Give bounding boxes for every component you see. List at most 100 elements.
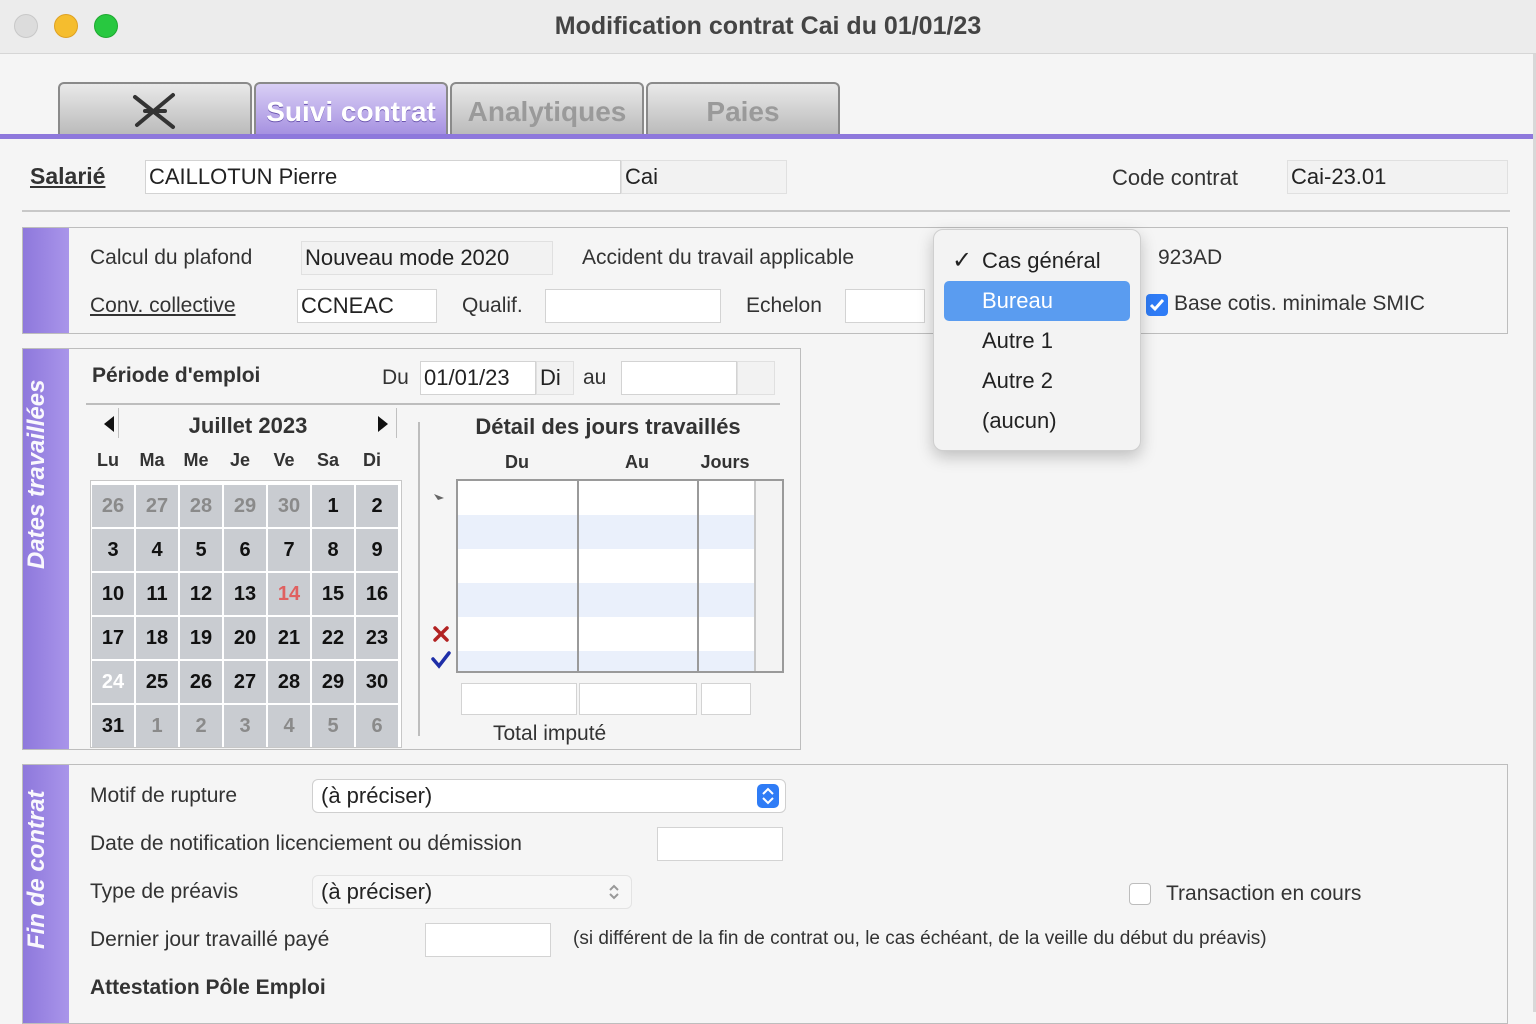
calendar-day[interactable]: 30 bbox=[356, 661, 398, 703]
calendar-day[interactable]: 2 bbox=[180, 705, 222, 747]
calendar-day[interactable]: 7 bbox=[268, 529, 310, 571]
transaction-checkbox[interactable] bbox=[1129, 883, 1151, 905]
code-contrat-label: Code contrat bbox=[1112, 165, 1238, 190]
calendar-day[interactable]: 22 bbox=[312, 617, 354, 659]
tab-label: Paies bbox=[706, 96, 780, 127]
du-date-field[interactable]: 01/01/23 bbox=[420, 361, 536, 395]
au-label: au bbox=[583, 366, 607, 389]
detail-col-au: Au bbox=[625, 452, 649, 472]
calendar-day[interactable]: 3 bbox=[92, 529, 134, 571]
calendar-day[interactable]: 13 bbox=[224, 573, 266, 615]
calendar-day[interactable]: 17 bbox=[92, 617, 134, 659]
prev-month-arrow-icon[interactable] bbox=[100, 414, 118, 434]
calendar-day[interactable]: 30 bbox=[268, 485, 310, 527]
calendar-day[interactable]: 1 bbox=[312, 485, 354, 527]
calendar-day[interactable]: 8 bbox=[312, 529, 354, 571]
tab-tools[interactable] bbox=[58, 82, 252, 136]
menu-item-label: Autre 2 bbox=[982, 368, 1053, 393]
group-side-bar bbox=[23, 228, 69, 333]
echelon-label: Echelon bbox=[746, 294, 822, 317]
echelon-field[interactable] bbox=[845, 289, 925, 323]
calendar-day[interactable]: 27 bbox=[136, 485, 178, 527]
type-preavis-select[interactable]: (à préciser) bbox=[312, 875, 632, 909]
tab-analytiques[interactable]: Analytiques bbox=[450, 82, 644, 136]
menu-item-bureau[interactable]: Bureau bbox=[944, 281, 1130, 321]
calendar-day[interactable]: 10 bbox=[92, 573, 134, 615]
transaction-label: Transaction en cours bbox=[1166, 882, 1362, 905]
calendar-day[interactable]: 6 bbox=[356, 705, 398, 747]
calendar-day[interactable]: 5 bbox=[312, 705, 354, 747]
type-preavis-label: Type de préavis bbox=[90, 880, 239, 903]
detail-scrollbar[interactable] bbox=[756, 481, 782, 671]
calendar-day[interactable]: 20 bbox=[224, 617, 266, 659]
fin-section-label: Fin de contrat bbox=[23, 790, 50, 950]
motif-rupture-value: (à préciser) bbox=[321, 783, 433, 808]
calendar-day[interactable]: 29 bbox=[312, 661, 354, 703]
menu-item-autre-2[interactable]: Autre 2 bbox=[944, 361, 1130, 401]
type-preavis-value: (à préciser) bbox=[321, 879, 433, 904]
title-bar: Modification contrat Cai du 01/01/23 bbox=[0, 0, 1536, 54]
menu-item-autre-1[interactable]: Autre 1 bbox=[944, 321, 1130, 361]
next-month-arrow-icon[interactable] bbox=[374, 414, 392, 434]
calendar-day[interactable]: 19 bbox=[180, 617, 222, 659]
total-au-field bbox=[579, 683, 697, 715]
motif-rupture-label: Motif de rupture bbox=[90, 784, 238, 807]
tab-paies[interactable]: Paies bbox=[646, 82, 840, 136]
calendar-day[interactable]: 3 bbox=[224, 705, 266, 747]
calendar-day[interactable]: 6 bbox=[224, 529, 266, 571]
delete-row-icon[interactable] bbox=[431, 624, 451, 644]
detail-table[interactable] bbox=[456, 479, 784, 673]
weekday-label: Ve bbox=[273, 450, 295, 470]
conv-collective-field[interactable]: CCNEAC bbox=[297, 289, 437, 323]
weekday-label: Ma bbox=[139, 450, 165, 470]
calendar-day[interactable]: 29 bbox=[224, 485, 266, 527]
notification-date-field[interactable] bbox=[657, 827, 783, 861]
salarie-code-field[interactable]: Cai bbox=[621, 160, 787, 194]
calendar-day[interactable]: 14 bbox=[268, 573, 310, 615]
calendar-day[interactable]: 15 bbox=[312, 573, 354, 615]
calendar-day[interactable]: 27 bbox=[224, 661, 266, 703]
calendar-day[interactable]: 31 bbox=[92, 705, 134, 747]
salarie-link[interactable]: Salarié bbox=[30, 163, 105, 190]
calendar-day[interactable]: 26 bbox=[92, 485, 134, 527]
tab-label: Suivi contrat bbox=[266, 96, 436, 127]
tab-suivi-contrat[interactable]: Suivi contrat bbox=[254, 82, 448, 136]
qualif-field[interactable] bbox=[545, 289, 721, 323]
calendar-day[interactable]: 4 bbox=[136, 529, 178, 571]
calendar-day[interactable]: 4 bbox=[268, 705, 310, 747]
conv-collective-link[interactable]: Conv. collective bbox=[90, 294, 236, 318]
calendar-day[interactable]: 24 bbox=[92, 661, 134, 703]
calendar-day[interactable]: 18 bbox=[136, 617, 178, 659]
au-date-field[interactable] bbox=[621, 361, 737, 395]
calcul-plafond-field[interactable]: Nouveau mode 2020 bbox=[301, 241, 553, 275]
stepper-arrows-icon bbox=[603, 880, 625, 904]
salarie-name-field[interactable]: CAILLOTUN Pierre bbox=[145, 160, 621, 194]
calendar-day[interactable]: 28 bbox=[268, 661, 310, 703]
calendar-day[interactable]: 25 bbox=[136, 661, 178, 703]
window-title: Modification contrat Cai du 01/01/23 bbox=[554, 12, 982, 40]
calendar-day[interactable]: 9 bbox=[356, 529, 398, 571]
smic-label: Base cotis. minimale SMIC bbox=[1174, 292, 1425, 315]
calendar-day[interactable]: 26 bbox=[180, 661, 222, 703]
calendar-day[interactable]: 1 bbox=[136, 705, 178, 747]
calendar-day[interactable]: 12 bbox=[180, 573, 222, 615]
menu-item-cas-general[interactable]: ✓ Cas général bbox=[944, 241, 1130, 281]
smic-checkbox[interactable] bbox=[1146, 294, 1168, 316]
calendar-day[interactable]: 2 bbox=[356, 485, 398, 527]
validate-row-icon[interactable] bbox=[430, 649, 452, 671]
total-jours-field bbox=[701, 683, 751, 715]
calendar-day[interactable]: 21 bbox=[268, 617, 310, 659]
weekday-label: Lu bbox=[97, 450, 119, 470]
calendar-day[interactable]: 28 bbox=[180, 485, 222, 527]
calendar-day[interactable]: 5 bbox=[180, 529, 222, 571]
motif-rupture-select[interactable]: (à préciser) bbox=[312, 779, 786, 813]
calendar-day[interactable]: 23 bbox=[356, 617, 398, 659]
menu-item-aucun[interactable]: (aucun) bbox=[944, 401, 1130, 441]
code-contrat-field[interactable]: Cai-23.01 bbox=[1287, 160, 1508, 194]
group-side-bar: Dates travaillées bbox=[23, 349, 69, 749]
calendar-day[interactable]: 11 bbox=[136, 573, 178, 615]
dates-section-label: Dates travaillées bbox=[23, 379, 50, 569]
dernier-jour-field[interactable] bbox=[425, 923, 551, 957]
calendar-day[interactable]: 16 bbox=[356, 573, 398, 615]
weekday-label: Je bbox=[229, 450, 251, 470]
